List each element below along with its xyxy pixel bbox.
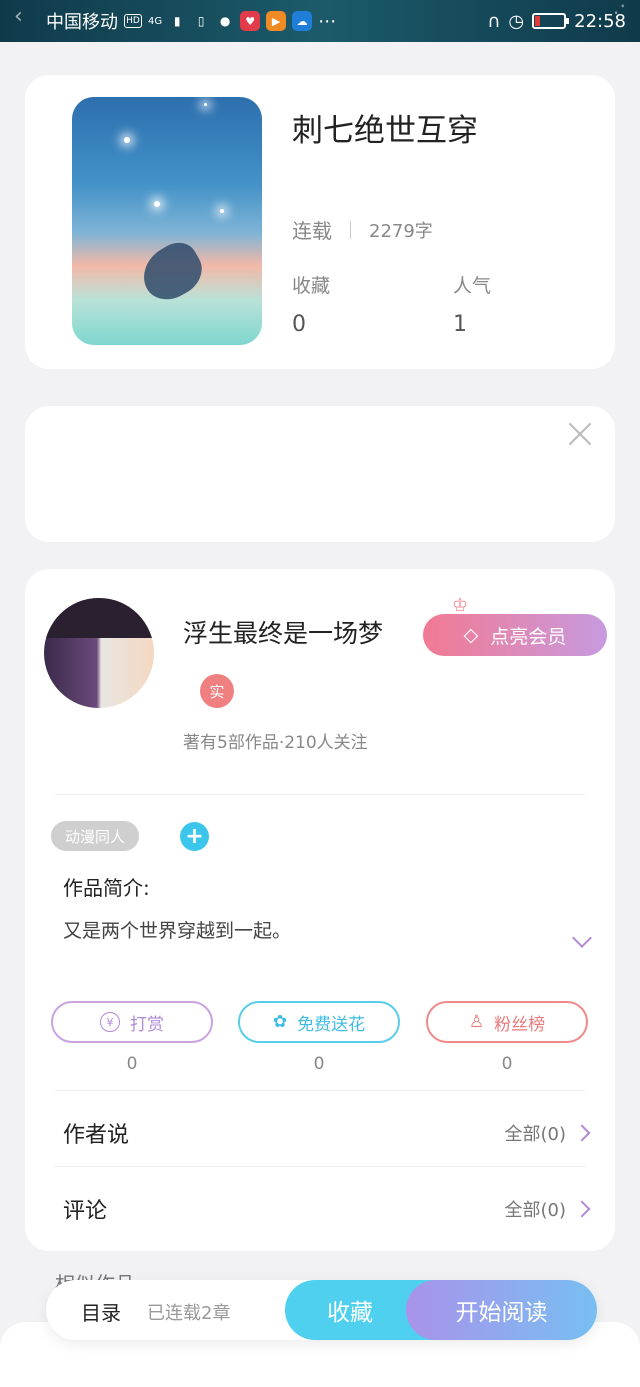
reward-label: 打赏 [130, 1014, 164, 1035]
book-word-count: 2279字 [369, 220, 433, 242]
book-meta: 连载 2279字 [292, 215, 433, 244]
genre-tag[interactable]: 动漫同人 [51, 821, 140, 851]
hd-icon: HD [124, 14, 142, 28]
author-says-row[interactable]: 作者说 全部(0) [63, 1117, 591, 1149]
start-reading-button[interactable]: 开始阅读 [406, 1280, 597, 1340]
diamond-icon: ◇ [463, 624, 479, 646]
close-icon[interactable] [567, 420, 593, 446]
bottom-action-bar: 目录 已连载2章 收藏 开始阅读 [46, 1280, 597, 1340]
fans-ranking-button[interactable]: ♙ 粉丝榜 [426, 1001, 588, 1043]
flower-icon: ✿ [272, 1012, 288, 1032]
book-cover[interactable] [72, 97, 262, 345]
share-icon[interactable]: ⋰ [606, 0, 626, 24]
divider [55, 794, 585, 795]
user-heart-icon: ♙ [468, 1012, 485, 1032]
popularity-stat: 人气 1 [453, 271, 491, 337]
comments-more-text: 全部(0) [504, 1200, 567, 1221]
meta-divider [350, 220, 351, 239]
comments-more[interactable]: 全部(0) [504, 1196, 591, 1222]
signal-icon: ▮ [173, 14, 181, 28]
network-type: 4G [148, 15, 163, 27]
sim-icon: ▯ [197, 14, 205, 28]
back-icon[interactable]: ‹ [14, 4, 23, 29]
reward-button[interactable]: ¥ 打赏 [51, 1001, 213, 1043]
ad-card [25, 406, 615, 542]
crown-icon: ♔ [452, 595, 469, 616]
popularity-value: 1 [453, 312, 467, 337]
vip-button-label: 点亮会员 [490, 625, 567, 648]
app-icon-heart: ♥ [240, 11, 261, 31]
flower-label: 免费送花 [297, 1014, 366, 1035]
intro-text: 又是两个世界穿越到一起。 [63, 920, 292, 942]
app-icon-play: ▶ [266, 11, 287, 31]
vip-button[interactable]: ◇ 点亮会员 [423, 614, 607, 656]
add-tag-button[interactable]: + [180, 822, 209, 851]
flower-count: 0 [313, 1054, 325, 1074]
chevron-right-icon [573, 1200, 591, 1218]
author-name[interactable]: 浮生最终是一场梦 [183, 614, 383, 650]
author-card: 浮生最终是一场梦 ♔ ◇ 点亮会员 实 著有5部作品·210人关注 动漫同人 +… [25, 569, 615, 1251]
whale-illustration [133, 235, 211, 309]
book-status: 连载 [292, 219, 332, 243]
author-says-label: 作者说 [63, 1123, 130, 1148]
battery-icon [532, 13, 570, 29]
real-name-badge: 实 [200, 674, 234, 708]
chapter-count: 已连载2章 [147, 1303, 231, 1324]
chevron-right-icon [573, 1124, 591, 1142]
intro-title: 作品简介: [63, 876, 150, 900]
wechat-icon: ● [219, 14, 231, 28]
expand-chevron-icon[interactable] [573, 931, 593, 951]
divider [55, 1166, 585, 1167]
book-title: 刺七绝世互穿 [292, 113, 478, 149]
divider [55, 1090, 585, 1091]
toc-button[interactable]: 目录 [81, 1297, 121, 1326]
headphones-icon: ∩ [487, 10, 501, 32]
popularity-label: 人气 [453, 275, 492, 297]
comments-label: 评论 [63, 1199, 108, 1224]
reward-count: 0 [126, 1054, 138, 1074]
author-info: 著有5部作品·210人关注 [183, 733, 368, 753]
author-says-more[interactable]: 全部(0) [504, 1120, 591, 1146]
fans-count: 0 [501, 1054, 513, 1074]
author-avatar[interactable] [44, 598, 154, 708]
comments-row[interactable]: 评论 全部(0) [63, 1193, 591, 1225]
favorites-stat: 收藏 0 [292, 271, 330, 337]
status-bar: ‹ 中国移动 HD 4G ▮ ▯ ● ♥ ▶ ☁ ⋯ ∩ ◷ 22:58 ⋰ [0, 0, 640, 42]
send-flower-button[interactable]: ✿ 免费送花 [238, 1001, 400, 1043]
favorites-value: 0 [292, 312, 306, 337]
carrier-name: 中国移动 [46, 12, 118, 33]
favorites-label: 收藏 [292, 275, 331, 297]
author-says-more-text: 全部(0) [504, 1124, 567, 1145]
yen-icon: ¥ [100, 1012, 120, 1032]
more-notifications-icon: ⋯ [318, 10, 337, 32]
book-info-card: 刺七绝世互穿 连载 2279字 收藏 0 人气 1 [25, 75, 615, 369]
alarm-icon: ◷ [508, 10, 525, 32]
app-icon-cloud: ☁ [292, 11, 313, 31]
fans-label: 粉丝榜 [494, 1014, 546, 1035]
